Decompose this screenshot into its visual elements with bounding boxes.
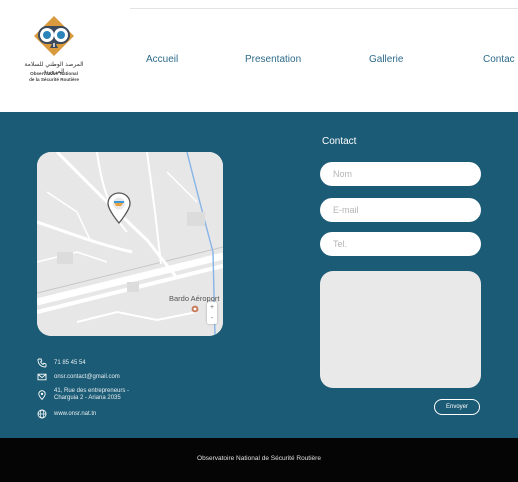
contact-form-title: Contact — [322, 136, 357, 147]
contact-phone-row: 71 85 45 54 — [36, 356, 86, 370]
footer-text: Observatoire National de Sécurité Routiè… — [197, 455, 321, 462]
contact-website-row: www.onsr.nat.tn — [36, 407, 96, 421]
send-button[interactable]: Envoyer — [434, 399, 480, 415]
contact-email-row: onsr.contact@gmail.com — [36, 370, 120, 384]
contact-section: Bardo Aéroport + - 71 85 45 54 onsr.cont… — [0, 112, 518, 438]
nav-contact[interactable]: Contac — [483, 54, 515, 65]
map-pin-icon — [107, 192, 131, 224]
logo-french-name: Observatoire National de la Sécurité Rou… — [29, 71, 79, 82]
location-map[interactable]: Bardo Aéroport + - — [37, 152, 223, 336]
nav-accueil[interactable]: Accueil — [146, 54, 178, 65]
contact-address-row: 41, Rue des entrepreneurs - Charguia 2 -… — [36, 386, 129, 404]
site-footer: Observatoire National de Sécurité Routiè… — [0, 438, 518, 482]
contact-phone: 71 85 45 54 — [54, 359, 86, 366]
header-divider — [130, 8, 518, 9]
location-icon — [36, 390, 47, 401]
nav-gallerie[interactable]: Gallerie — [369, 54, 403, 65]
logo-icon — [34, 16, 74, 56]
message-textarea[interactable] — [320, 271, 481, 388]
email-input[interactable] — [320, 198, 481, 222]
email-icon — [36, 372, 47, 383]
place-marker-icon — [191, 305, 199, 313]
zoom-in-button[interactable]: + — [207, 302, 217, 313]
map-zoom-control[interactable]: + - — [207, 302, 217, 324]
zoom-out-button[interactable]: - — [207, 313, 217, 324]
name-input[interactable] — [320, 162, 481, 186]
contact-address: 41, Rue des entrepreneurs - Charguia 2 -… — [54, 388, 130, 401]
contact-email[interactable]: onsr.contact@gmail.com — [54, 374, 120, 381]
site-logo[interactable]: المرصد الوطني للسلامة المرورية Observato… — [16, 14, 92, 106]
contact-website[interactable]: www.onsr.nat.tn — [54, 411, 96, 418]
site-header: المرصد الوطني للسلامة المرورية Observato… — [0, 0, 518, 112]
phone-input[interactable] — [320, 232, 481, 256]
globe-icon — [36, 409, 47, 420]
nav-presentation[interactable]: Presentation — [245, 54, 301, 65]
phone-icon — [36, 358, 47, 369]
